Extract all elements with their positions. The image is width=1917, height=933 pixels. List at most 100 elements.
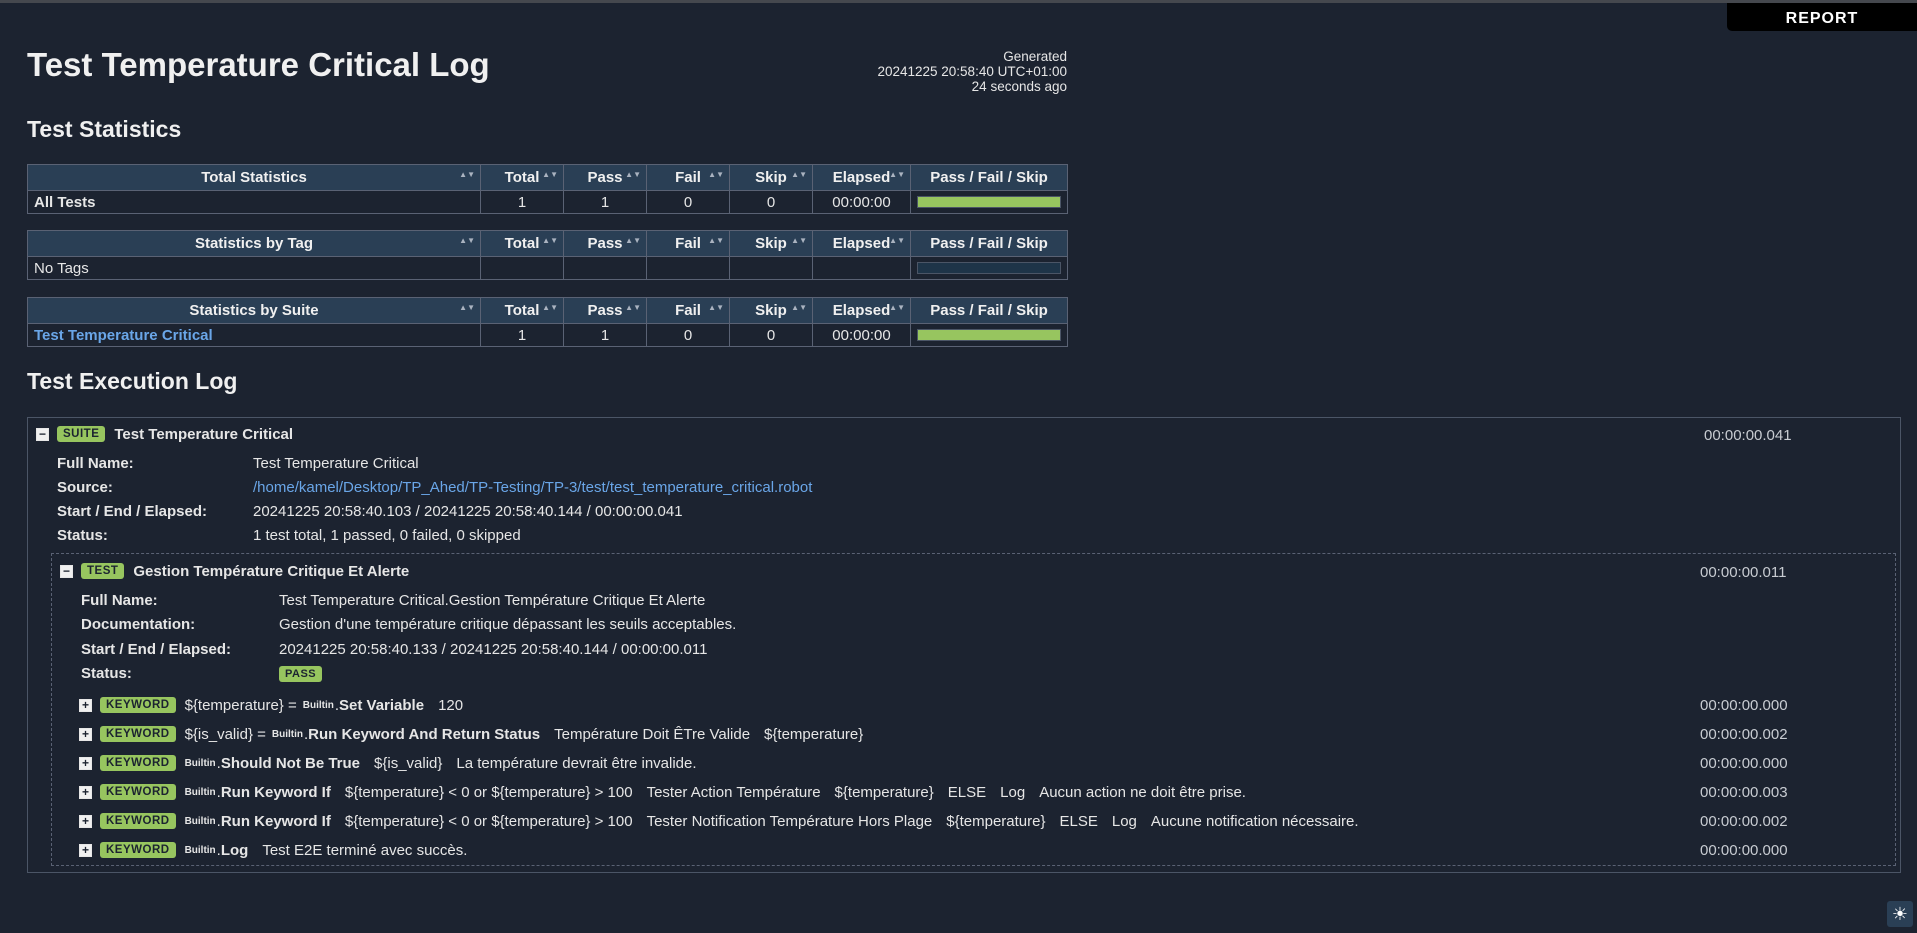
- keyword-row[interactable]: + KEYWORD ${is_valid} = Builtin. Run Keyword…: [79, 723, 863, 745]
- sort-icon: ▲▼: [542, 303, 558, 312]
- keyword-row[interactable]: + KEYWORD Builtin. Should Not Be True ${is_v…: [79, 752, 697, 774]
- stat-fail: 0: [646, 323, 730, 347]
- header-total[interactable]: Total ▲▼: [480, 230, 564, 257]
- expand-icon[interactable]: +: [79, 727, 92, 741]
- test-name: Gestion Température Critique Et Alerte: [133, 562, 410, 580]
- header-elapsed[interactable]: Elapsed ▲▼: [812, 297, 911, 324]
- header-pass[interactable]: Pass ▲▼: [563, 297, 647, 324]
- stat-pass: 1: [563, 190, 647, 214]
- stat-elapsed: [812, 256, 911, 280]
- keyword-arg: Aucune notification nécessaire.: [1150, 812, 1359, 830]
- header-statistics-by-suite[interactable]: Statistics by Suite ▲▼: [27, 297, 481, 324]
- header-elapsed[interactable]: Elapsed ▲▼: [812, 164, 911, 191]
- stat-total: 1: [480, 323, 564, 347]
- header-graph: Pass / Fail / Skip: [910, 164, 1068, 191]
- source-link[interactable]: /home/kamel/Desktop/TP_Ahed/TP-Testing/T…: [253, 479, 812, 496]
- stat-graph: [910, 323, 1068, 347]
- expand-icon[interactable]: +: [79, 843, 92, 857]
- stat-name: Test Temperature Critical: [27, 323, 481, 347]
- suite-elapsed: 00:00:00.041: [1704, 427, 1792, 444]
- test-container: − TEST Gestion Température Critique Et A…: [51, 553, 1896, 866]
- header-total[interactable]: Total ▲▼: [480, 297, 564, 324]
- collapse-icon[interactable]: −: [60, 564, 73, 578]
- keyword-elapsed: 00:00:00.002: [1700, 813, 1788, 830]
- header-elapsed[interactable]: Elapsed ▲▼: [812, 230, 911, 257]
- test-elapsed: 00:00:00.011: [1700, 564, 1787, 581]
- keyword-arg: La température devrait être invalide.: [456, 754, 697, 772]
- header-skip[interactable]: Skip ▲▼: [729, 297, 813, 324]
- header-graph: Pass / Fail / Skip: [910, 297, 1068, 324]
- report-link[interactable]: REPORT: [1727, 3, 1917, 31]
- pass-fail-skip-bar: [917, 196, 1061, 208]
- expand-icon[interactable]: +: [79, 814, 92, 828]
- sort-icon: ▲▼: [459, 170, 475, 179]
- header-skip[interactable]: Skip ▲▼: [729, 230, 813, 257]
- keyword-arg: ELSE: [947, 783, 987, 801]
- test-header[interactable]: − TEST Gestion Température Critique Et A…: [60, 560, 409, 582]
- header-total-statistics[interactable]: Total Statistics ▲▼: [27, 164, 481, 191]
- keyword-name: Run Keyword If: [220, 812, 331, 830]
- keyword-arg: Log: [1111, 812, 1137, 830]
- sort-icon: ▲▼: [889, 303, 905, 312]
- stat-graph: [910, 190, 1068, 214]
- expand-icon[interactable]: +: [79, 698, 92, 712]
- times-label: Start / End / Elapsed:: [57, 503, 208, 520]
- expand-icon[interactable]: +: [79, 785, 92, 799]
- suite-badge: SUITE: [57, 426, 106, 442]
- expand-icon[interactable]: +: [79, 756, 92, 770]
- sort-icon: ▲▼: [791, 303, 807, 312]
- sort-icon: ▲▼: [625, 236, 641, 245]
- keyword-arg: Tester Action Température: [646, 783, 821, 801]
- keyword-badge: KEYWORD: [100, 813, 176, 829]
- keyword-name: Log: [220, 841, 249, 859]
- generated-label: Generated: [1003, 49, 1067, 64]
- test-documentation: Gestion d'une température critique dépas…: [279, 616, 737, 633]
- keyword-arg: Aucun action ne doit être prise.: [1039, 783, 1246, 801]
- suite-header[interactable]: − SUITE Test Temperature Critical: [36, 423, 293, 445]
- theme-toggle-icon[interactable]: ☀: [1887, 901, 1913, 927]
- keyword-library: Builtin: [184, 844, 216, 856]
- keyword-assign: ${temperature} =: [184, 696, 297, 714]
- collapse-icon[interactable]: −: [36, 427, 49, 441]
- header-total[interactable]: Total ▲▼: [480, 164, 564, 191]
- stat-fail: [646, 256, 730, 280]
- pass-fail-skip-bar: [917, 329, 1061, 341]
- sort-icon: ▲▼: [708, 303, 724, 312]
- keyword-row[interactable]: + KEYWORD Builtin. Run Keyword If ${temperat…: [79, 810, 1359, 832]
- keyword-row[interactable]: + KEYWORD Builtin. Run Keyword If ${temperat…: [79, 781, 1246, 803]
- keyword-elapsed: 00:00:00.000: [1700, 697, 1788, 714]
- sort-icon: ▲▼: [542, 170, 558, 179]
- keyword-arg: ELSE: [1059, 812, 1098, 830]
- header-pass[interactable]: Pass ▲▼: [563, 164, 647, 191]
- keyword-library: Builtin: [184, 757, 216, 769]
- sort-icon: ▲▼: [625, 303, 641, 312]
- header-fail[interactable]: Fail ▲▼: [646, 164, 730, 191]
- header-fail[interactable]: Fail ▲▼: [646, 230, 730, 257]
- header-fail[interactable]: Fail ▲▼: [646, 297, 730, 324]
- keyword-row[interactable]: + KEYWORD Builtin. Log Test E2E terminé avec…: [79, 839, 467, 861]
- pass-bar-fill: [918, 197, 1060, 207]
- keyword-elapsed: 00:00:00.003: [1700, 784, 1788, 801]
- header-pass[interactable]: Pass ▲▼: [563, 230, 647, 257]
- header-statistics-by-tag[interactable]: Statistics by Tag ▲▼: [27, 230, 481, 257]
- keyword-library: Builtin: [184, 786, 216, 798]
- full-name-label: Full Name:: [57, 455, 134, 472]
- test-execution-log-heading: Test Execution Log: [27, 368, 238, 394]
- stat-name: No Tags: [27, 256, 481, 280]
- keyword-name: Run Keyword If: [220, 783, 331, 801]
- test-badge: TEST: [81, 563, 125, 579]
- suite-statistics-table: Statistics by Suite ▲▼ Total ▲▼ Pass ▲▼ Fai…: [27, 297, 1068, 347]
- times-label: Start / End / Elapsed:: [81, 641, 232, 658]
- header-skip[interactable]: Skip ▲▼: [729, 164, 813, 191]
- header: Test Temperature Critical Log Generated …: [27, 46, 1067, 94]
- keyword-row[interactable]: + KEYWORD ${temperature} = Builtin. Set Vari…: [79, 694, 463, 716]
- suite-link[interactable]: Test Temperature Critical: [34, 327, 213, 344]
- stat-total: [480, 256, 564, 280]
- stat-elapsed: 00:00:00: [812, 190, 911, 214]
- tag-statistics-table: Statistics by Tag ▲▼ Total ▲▼ Pass ▲▼ Fail ▲…: [27, 230, 1068, 280]
- source-label: Source:: [57, 479, 113, 496]
- stat-graph: [910, 256, 1068, 280]
- keyword-elapsed: 00:00:00.000: [1700, 842, 1788, 859]
- keyword-arg: ${temperature}: [834, 783, 934, 801]
- test-statistics-heading: Test Statistics: [27, 116, 182, 142]
